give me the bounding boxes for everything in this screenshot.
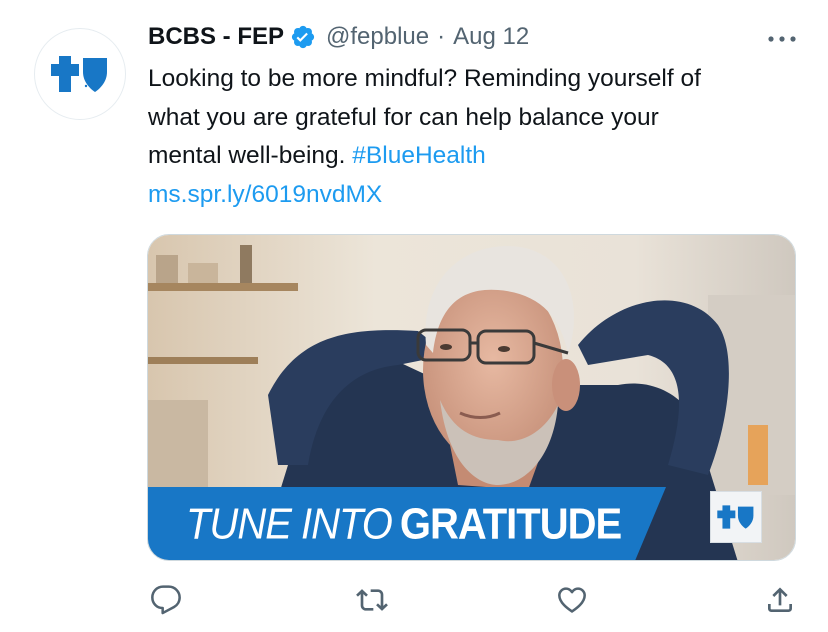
reply-button[interactable] bbox=[148, 582, 184, 618]
tweet-date[interactable]: Aug 12 bbox=[453, 23, 529, 51]
avatar[interactable] bbox=[34, 28, 126, 120]
retweet-icon bbox=[356, 589, 388, 611]
reply-icon bbox=[151, 585, 181, 615]
tweet-header: BCBS - FEP @fepblue · Aug 12 bbox=[148, 20, 529, 54]
separator-dot: · bbox=[437, 23, 446, 50]
verified-badge-icon bbox=[290, 24, 316, 50]
banner-text-light: TUNE INTO bbox=[186, 499, 393, 548]
tweet-actions bbox=[148, 582, 798, 622]
retweet-button[interactable] bbox=[354, 582, 390, 618]
tweet-media[interactable]: TUNE INTO GRATITUDE bbox=[147, 234, 796, 561]
tweet-text-line: Looking to be more mindful? Reminding yo… bbox=[148, 65, 701, 92]
more-icon bbox=[768, 36, 796, 42]
heart-icon bbox=[558, 587, 586, 613]
gratitude-banner: TUNE INTO GRATITUDE bbox=[148, 487, 666, 560]
more-options-button[interactable] bbox=[762, 26, 802, 52]
display-name[interactable]: BCBS - FEP bbox=[148, 23, 284, 51]
banner-logo bbox=[710, 491, 762, 543]
like-button[interactable] bbox=[554, 582, 590, 618]
handle[interactable]: @fepblue bbox=[326, 23, 429, 51]
tweet-text-line: mental well-being. #BlueHealth bbox=[148, 137, 798, 176]
share-icon bbox=[768, 587, 792, 612]
tweet-text-line: what you are grateful for can help balan… bbox=[148, 103, 659, 131]
url-link[interactable]: ms.spr.ly/6019nvdMX bbox=[148, 176, 798, 215]
share-button[interactable] bbox=[762, 582, 798, 618]
bcbs-logo-icon bbox=[51, 56, 107, 92]
tweet-text-segment: mental well-being. bbox=[148, 142, 353, 169]
banner-text-bold: GRATITUDE bbox=[399, 499, 622, 548]
hashtag-link[interactable]: #BlueHealth bbox=[352, 142, 485, 169]
bcbs-logo-icon bbox=[717, 505, 754, 529]
tweet-text: Looking to be more mindful? Reminding yo… bbox=[148, 60, 798, 214]
